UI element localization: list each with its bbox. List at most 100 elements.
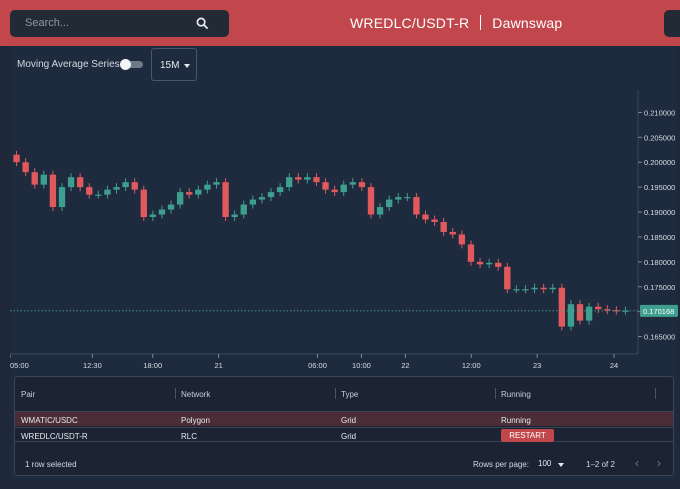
candle-body — [431, 219, 438, 222]
candle-body — [322, 182, 329, 190]
pagination-range: 1–2 of 2 — [586, 460, 615, 469]
header-running[interactable]: Running — [501, 390, 531, 399]
x-tick-label: 21 — [214, 361, 222, 370]
cell-pair: WMATIC/USDC — [21, 416, 78, 425]
column-separator[interactable] — [335, 388, 336, 399]
moving-average-label: Moving Average Series: — [17, 59, 123, 70]
candle-body — [31, 172, 38, 185]
candle-body — [286, 177, 293, 188]
candle-body — [604, 309, 611, 311]
candle-body — [576, 304, 584, 321]
candle-body — [76, 177, 84, 188]
chevron-down-icon — [184, 64, 190, 68]
y-tick-label: 0.165000 — [644, 333, 675, 342]
selection-count: 1 row selected — [25, 460, 77, 469]
header-type[interactable]: Type — [341, 390, 358, 399]
candle-body — [449, 231, 456, 235]
time-axis: 05:00 12:30 18:00 21 06:00 10:00 22 12:00 23 24 — [10, 354, 618, 370]
candle-body — [531, 287, 538, 290]
column-separator[interactable] — [175, 388, 176, 399]
pair-name: WREDLC/USDT-R — [350, 15, 470, 31]
title-divider — [480, 15, 482, 30]
candle-body — [249, 199, 257, 205]
candle-body — [504, 266, 511, 290]
candle-body — [485, 262, 493, 265]
candle-body — [213, 182, 220, 185]
candle-body — [158, 209, 166, 215]
candle-body — [476, 261, 484, 265]
interval-select[interactable]: 15M — [151, 48, 197, 81]
candle-body — [558, 287, 566, 327]
candle-body — [67, 177, 75, 188]
candlestick-chart[interactable]: 0.210000 0.205000 0.200000 0.195000 0.190000… — [10, 90, 678, 375]
candle-body — [186, 192, 193, 195]
chart-frame — [10, 90, 639, 355]
y-tick-label: 0.210000 — [644, 108, 675, 117]
previous-page-icon[interactable]: ‹ — [635, 457, 647, 469]
restart-button[interactable]: RESTART — [501, 429, 554, 442]
next-page-icon[interactable]: › — [657, 457, 669, 469]
x-tick-label: 22 — [401, 361, 409, 370]
top-bar: Search... WREDLC/USDT-R Dawnswap — [0, 0, 680, 46]
candle-body — [195, 189, 202, 195]
y-tick-label: 0.185000 — [644, 233, 675, 242]
candle-body — [595, 306, 602, 310]
chevron-down-icon[interactable] — [558, 463, 564, 467]
candle-body — [22, 162, 29, 173]
candle-body — [313, 177, 320, 183]
header-network[interactable]: Network — [181, 390, 210, 399]
search-input[interactable]: Search... — [10, 10, 229, 37]
x-tick-label: 24 — [610, 361, 618, 370]
table-row[interactable]: WMATIC/USDC Polygon Grid Running — [15, 411, 673, 426]
search-placeholder: Search... — [25, 17, 70, 29]
candle-body — [240, 204, 247, 215]
candle-body — [122, 182, 129, 188]
candle-body — [167, 204, 175, 210]
candle-body — [395, 197, 402, 200]
x-tick-label: 12:30 — [83, 361, 102, 370]
search-icon[interactable] — [196, 17, 209, 30]
candle-body — [585, 306, 593, 321]
candle-body — [58, 187, 66, 208]
candle-body — [522, 289, 529, 291]
candle-body — [404, 197, 411, 199]
x-tick-label: 18:00 — [143, 361, 162, 370]
candle-body — [276, 187, 284, 193]
candle-body — [13, 154, 20, 163]
candle-body — [549, 287, 556, 290]
candles — [13, 150, 629, 331]
moving-average-toggle[interactable] — [120, 59, 144, 70]
header-action-button[interactable] — [664, 10, 680, 37]
x-tick-label: 10:00 — [352, 361, 371, 370]
y-tick-label: 0.195000 — [644, 183, 675, 192]
candle-body — [340, 184, 347, 193]
candle-body — [331, 189, 338, 193]
header-pair[interactable]: Pair — [21, 390, 35, 399]
column-separator[interactable] — [495, 388, 496, 399]
candle-body — [385, 199, 393, 208]
candle-body — [413, 197, 420, 215]
cell-type: Grid — [341, 432, 357, 441]
x-tick-label: 06:00 — [308, 361, 327, 370]
candle-body — [495, 262, 502, 267]
candle-body — [113, 187, 120, 190]
candle-body — [131, 182, 138, 190]
cell-network: RLC — [181, 432, 198, 441]
candle-body — [86, 187, 93, 195]
rows-per-page-select[interactable]: 100 — [538, 459, 551, 468]
last-price-label: 0.170168 — [643, 307, 674, 316]
candle-body — [176, 192, 184, 205]
candle-body — [349, 182, 356, 185]
table-row[interactable]: WREDLC/USDT-R RLC Grid RESTART — [15, 427, 673, 442]
candle-body — [295, 177, 302, 180]
candle-body — [304, 177, 311, 180]
candle-body — [95, 194, 102, 196]
y-tick-label: 0.205000 — [644, 133, 675, 142]
cell-type: Grid — [341, 416, 357, 425]
candle-body — [376, 207, 384, 215]
toggle-knob — [120, 59, 131, 70]
x-tick-label: 23 — [533, 361, 541, 370]
column-separator[interactable] — [655, 388, 656, 399]
candle-body — [104, 189, 111, 195]
candle-body — [267, 192, 275, 198]
